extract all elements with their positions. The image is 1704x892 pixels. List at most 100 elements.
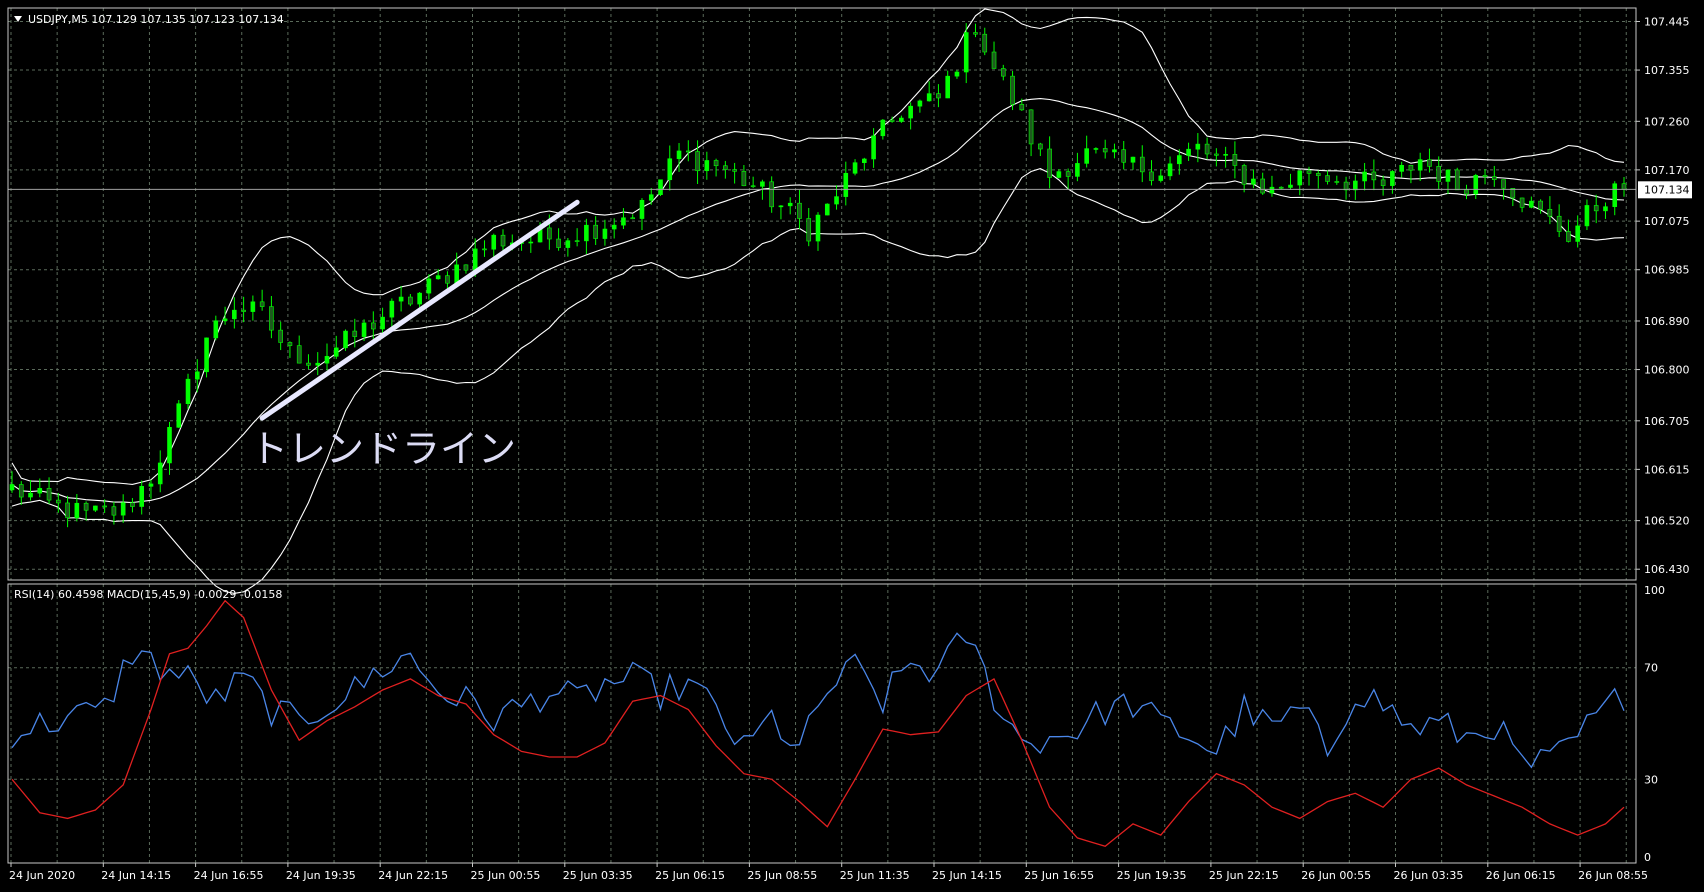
candle-body	[1204, 143, 1210, 155]
candle-body	[1380, 179, 1386, 186]
time-tick-label: 25 Jun 11:35	[840, 869, 910, 882]
indicator-tick-label: 30	[1644, 773, 1658, 786]
candle-body	[1538, 200, 1543, 210]
candle-body	[1177, 155, 1182, 165]
candle-body	[343, 330, 348, 349]
candle-body	[1603, 206, 1608, 212]
price-tick-label: 107.075	[1644, 215, 1690, 228]
candle-body	[1315, 173, 1321, 176]
indicator-tick-label: 0	[1644, 851, 1651, 864]
candle-body	[769, 181, 774, 208]
candle-body	[1325, 175, 1330, 182]
candle-body	[56, 499, 61, 504]
candle-body	[843, 172, 849, 197]
candle-body	[1056, 171, 1062, 178]
candle-body	[1464, 189, 1469, 195]
candle-body	[1343, 181, 1349, 191]
candle-body	[250, 301, 256, 312]
candle-body	[500, 234, 506, 247]
price-tick-label: 107.355	[1644, 64, 1690, 77]
candle-body	[880, 119, 886, 137]
candle-body	[445, 275, 450, 284]
candle-body	[1047, 148, 1052, 178]
candle-body	[9, 484, 15, 491]
candle-body	[1232, 154, 1238, 166]
candle-body	[982, 33, 988, 53]
candle-body	[93, 505, 98, 511]
candle-body	[259, 301, 265, 307]
chart-root: 107.445 107.355 107.260 107.170 107.075 106.9…	[0, 0, 1704, 892]
price-tick-label: 106.800	[1644, 364, 1690, 377]
candle-body	[83, 502, 89, 511]
candle-body	[584, 224, 589, 242]
candle-body	[1093, 148, 1099, 150]
current-price-label: 107.134	[1644, 183, 1690, 196]
candle-body	[732, 169, 737, 172]
time-tick-label: 26 Jun 08:55	[1578, 869, 1648, 882]
candle-body	[723, 165, 728, 170]
candle-body	[1371, 171, 1377, 181]
candle-body	[936, 93, 941, 99]
candle-body	[565, 240, 571, 248]
candle-body	[1010, 75, 1015, 105]
candle-body	[139, 486, 145, 507]
candle-body	[1121, 149, 1127, 163]
time-tick-label: 25 Jun 16:55	[1024, 869, 1094, 882]
candle-body	[1269, 186, 1275, 194]
candle-body	[750, 185, 756, 188]
candle-body	[167, 427, 172, 464]
candle-body	[1130, 156, 1136, 163]
candle-body	[28, 492, 33, 498]
candle-body	[973, 32, 978, 35]
candle-body	[1519, 197, 1525, 208]
candle-body	[232, 309, 237, 320]
candle-body	[611, 224, 617, 230]
candle-body	[65, 502, 70, 519]
candle-body	[871, 135, 876, 160]
candle-body	[380, 316, 385, 330]
candle-body	[435, 275, 441, 280]
candle-body	[111, 506, 117, 516]
candle-body	[176, 403, 182, 428]
candle-body	[806, 218, 812, 242]
candle-body	[602, 228, 608, 239]
candle-body	[1167, 163, 1173, 177]
candle-body	[1399, 164, 1404, 172]
candle-body	[1260, 178, 1265, 194]
candle-body	[18, 484, 24, 498]
candle-body	[852, 162, 858, 174]
candle-body	[1000, 68, 1006, 77]
indicator-tick-label: 70	[1644, 662, 1658, 675]
candle-body	[315, 362, 321, 366]
candle-body	[37, 488, 43, 494]
time-tick-label: 26 Jun 00:55	[1301, 869, 1371, 882]
candle-body	[333, 347, 339, 357]
candle-body	[352, 330, 358, 337]
candle-body	[204, 337, 209, 373]
price-tick-label: 107.445	[1644, 15, 1690, 28]
candle-body	[1158, 175, 1164, 181]
candle-body	[1529, 200, 1534, 208]
candle-body	[398, 296, 404, 302]
candle-body	[1186, 148, 1191, 156]
time-tick-label: 25 Jun 19:35	[1117, 869, 1187, 882]
candle-body	[1112, 149, 1117, 153]
candle-body	[713, 160, 719, 167]
candle-body	[1075, 163, 1080, 177]
price-tick-label: 107.170	[1644, 164, 1690, 177]
candle-body	[1417, 159, 1423, 171]
candle-body	[213, 320, 219, 339]
indicator-header-text: RSI(14) 60.4598 MACD(15,45,9) -0.0029 -0…	[14, 588, 282, 601]
time-tick-label: 25 Jun 22:15	[1209, 869, 1279, 882]
candle-body	[1556, 215, 1562, 232]
candle-body	[834, 196, 839, 205]
candle-body	[1297, 170, 1303, 186]
candle-body	[408, 296, 413, 305]
price-tick-label: 106.615	[1644, 463, 1690, 476]
candle-body	[1084, 148, 1089, 164]
candle-body	[917, 100, 923, 107]
candle-body	[741, 171, 747, 187]
candle-body	[296, 345, 302, 364]
candle-body	[46, 488, 52, 501]
candle-body	[102, 505, 107, 508]
